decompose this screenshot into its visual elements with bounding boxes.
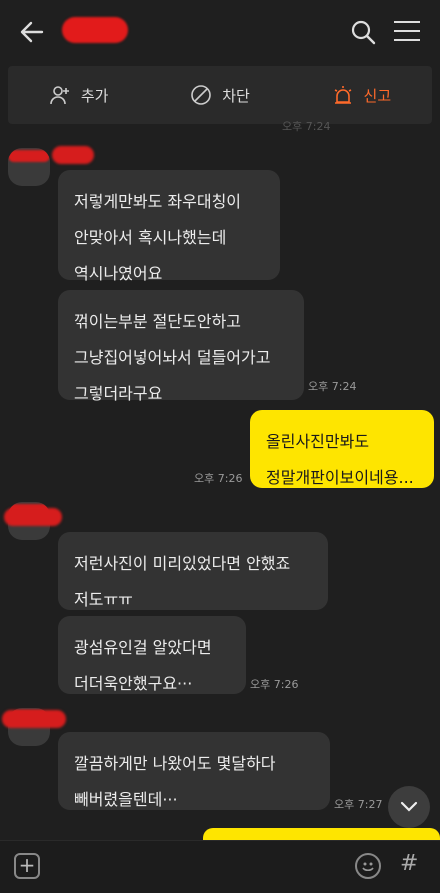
- message-time: 오후 7:26: [194, 472, 243, 485]
- redacted-chat-name: [62, 17, 128, 43]
- received-message: 꺾이는부분 절단도안하고 그냥집어넣어놔서 덜들어가고 그렇더라구요: [58, 290, 304, 403]
- hash-button[interactable]: #: [400, 851, 418, 876]
- add-person-icon: [50, 86, 69, 105]
- emoji-icon[interactable]: [355, 853, 381, 879]
- sent-message: 올린사진만봐도 정말개판이보이네용...: [250, 410, 434, 488]
- block-button[interactable]: 차단: [149, 66, 290, 124]
- add-friend-button[interactable]: 추가: [8, 66, 149, 124]
- report-button[interactable]: 신고: [291, 66, 432, 124]
- received-message: 광섬유인걸 알았다면 더더욱안했구요···: [58, 616, 246, 694]
- input-bar: + #: [0, 840, 440, 893]
- redacted-sender-name: [52, 146, 94, 164]
- back-arrow-icon[interactable]: [18, 18, 48, 46]
- plus-button[interactable]: +: [14, 853, 40, 879]
- avatar[interactable]: [8, 148, 50, 186]
- received-message: 저런사진이 미리있었다면 안했죠 저도ㅠㅠ: [58, 532, 328, 610]
- message-time: 오후 7:24: [308, 380, 357, 393]
- siren-icon: [334, 86, 351, 104]
- search-icon[interactable]: [350, 19, 376, 45]
- redacted-sender-name: [2, 710, 66, 728]
- report-label: 신고: [363, 86, 392, 105]
- hamburger-menu-icon[interactable]: [394, 21, 420, 43]
- received-message: 깔끔하게만 나왔어도 몇달하다 빼버렸을텐데···: [58, 732, 330, 810]
- add-label: 추가: [80, 86, 109, 105]
- block-icon: [191, 85, 211, 105]
- chevron-down-icon: [400, 801, 418, 812]
- action-bar: 추가 차단 신고: [8, 66, 432, 124]
- received-message: 저렇게만봐도 좌우대칭이 안맞아서 혹시나했는데 역시나였어요: [58, 170, 280, 283]
- message-time: 오후 7:26: [250, 678, 299, 691]
- block-label: 차단: [222, 86, 250, 105]
- faint-timestamp: 오후 7:24: [282, 120, 331, 133]
- top-bar: [0, 0, 440, 62]
- redacted-sender-name: [4, 508, 62, 526]
- scroll-down-button[interactable]: [388, 786, 430, 828]
- message-time: 오후 7:27: [334, 798, 383, 811]
